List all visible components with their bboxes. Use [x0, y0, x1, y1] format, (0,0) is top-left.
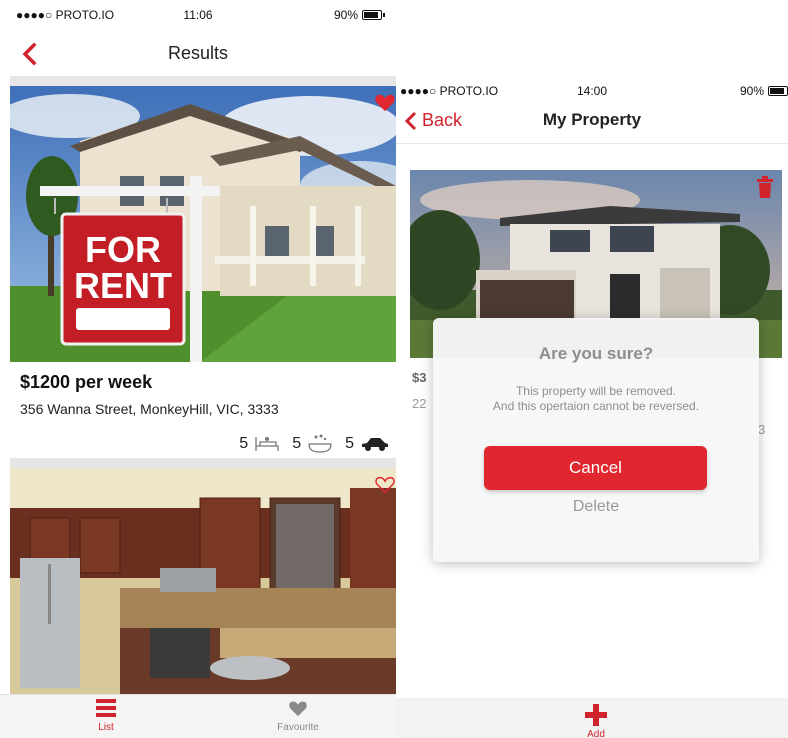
heart-icon [289, 701, 307, 717]
tab-favourite-label: Favourite [277, 722, 319, 733]
trash-icon[interactable] [756, 176, 774, 198]
behind-address: 22 [412, 396, 427, 411]
battery-percent: 90% [739, 84, 764, 98]
tab-favourite[interactable]: Favourite [258, 699, 338, 733]
svg-text:FOR: FOR [85, 229, 161, 270]
page-title: My Property [542, 110, 642, 129]
results-nav-bar: Results [0, 30, 396, 74]
dialog-message: This property will be removed. And this … [433, 384, 759, 414]
behind-feature: 3 [758, 422, 766, 437]
behind-price: $3 [412, 370, 427, 385]
dialog-message-line1: This property will be removed. [515, 384, 677, 398]
bathrooms-count: 5 [292, 435, 302, 452]
delete-button[interactable]: Delete [433, 498, 759, 516]
listing-features: 5 5 5 [239, 434, 390, 454]
bathtub-icon [308, 434, 332, 453]
bottom-tab-bar: Add [396, 698, 788, 738]
battery-icon [768, 86, 788, 96]
confirm-dialog: Are you sure? This property will be remo… [433, 318, 759, 562]
status-bar: ●●●●○ PROTO.IO 14:00 90% [396, 80, 788, 100]
svg-text:RENT: RENT [74, 265, 172, 306]
results-screen: ●●●●○ PROTO.IO 11:06 90% Results FOR REN… [0, 0, 396, 738]
car-icon [362, 438, 388, 451]
kitchen-photo [10, 468, 396, 694]
parking-count: 5 [345, 435, 354, 452]
for-rent-house-photo: FOR RENT [10, 86, 396, 362]
bedrooms-count: 5 [239, 435, 249, 452]
bed-icon [255, 437, 279, 451]
battery-icon [362, 10, 385, 20]
battery-status: 90% [333, 8, 385, 22]
listing-price: $1200 per week [20, 372, 153, 392]
status-bar: ●●●●○ PROTO.IO 11:06 90% [0, 4, 396, 24]
list-divider [10, 76, 396, 86]
list-divider [10, 458, 396, 468]
my-property-screen: ●●●●○ PROTO.IO 14:00 90% Back My Propert… [396, 74, 788, 738]
listing-address: 356 Wanna Street, MonkeyHill, VIC, 3333 [20, 401, 279, 417]
page-title: Results [167, 43, 229, 63]
tab-list[interactable]: List [66, 699, 146, 733]
my-property-nav-bar: Back My Property [396, 100, 788, 144]
list-icon [96, 699, 116, 717]
battery-status: 90% [740, 84, 788, 98]
tab-list-label: List [98, 722, 114, 733]
battery-percent: 90% [333, 8, 358, 22]
listing-info: $1200 per week 356 Wanna Street, MonkeyH… [10, 362, 396, 458]
tab-add[interactable]: Add [556, 704, 636, 738]
tab-add-label: Add [587, 729, 605, 738]
clock: 14:00 [576, 84, 608, 98]
bottom-tab-bar: List Favourite [0, 694, 396, 738]
heart-filled-icon[interactable] [374, 92, 396, 112]
plus-icon [585, 704, 607, 726]
dialog-title: Are you sure? [538, 344, 654, 363]
cancel-button[interactable]: Cancel [484, 446, 707, 490]
heart-outline-icon[interactable] [374, 474, 396, 494]
dialog-message-line2: And this opertaion cannot be reversed. [492, 399, 700, 413]
